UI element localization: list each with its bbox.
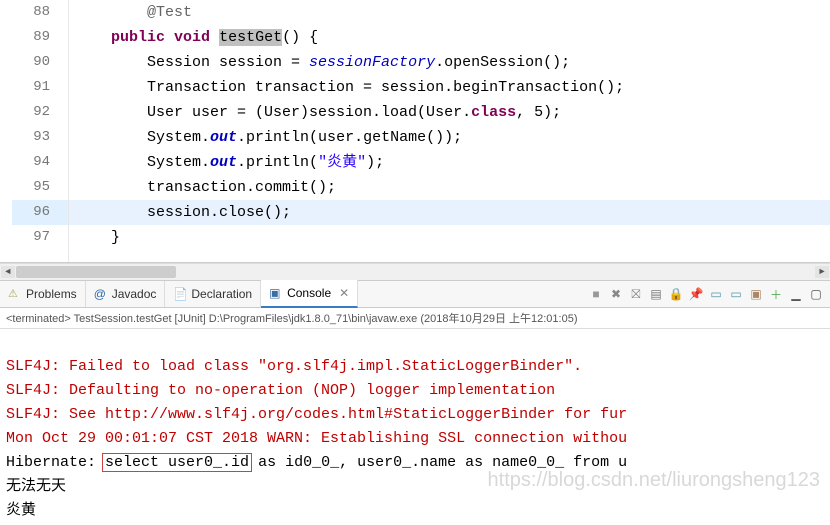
code-text: , 5); (516, 104, 561, 121)
views-tabbar: ⚠ Problems @ Javadoc 📄 Declaration ▣ Con… (0, 280, 830, 308)
close-icon[interactable]: ✕ (335, 286, 349, 300)
code-text: .println(user.getName()); (237, 129, 462, 146)
code-line[interactable]: System.out.println(user.getName()); (69, 125, 830, 150)
console-line: SLF4J: Failed to load class "org.slf4j.i… (6, 358, 582, 375)
line-number: 88 (12, 0, 68, 25)
code-area[interactable]: @Test public void testGet() { Session se… (69, 0, 830, 262)
selected-text: testGet (219, 29, 282, 46)
annotation: @Test (147, 4, 192, 21)
code-line[interactable]: Transaction transaction = session.beginT… (69, 75, 830, 100)
line-number: 90 (12, 50, 68, 75)
console-line: 无法无天 (6, 478, 66, 495)
scroll-lock-icon[interactable]: 🔒 (668, 286, 684, 302)
line-number: 93 (12, 125, 68, 150)
line-number: 91 (12, 75, 68, 100)
code-line[interactable]: transaction.commit(); (69, 175, 830, 200)
remove-launch-icon[interactable]: ✖ (608, 286, 624, 302)
field-ref: sessionFactory (309, 54, 435, 71)
console-line: SLF4J: See http://www.slf4j.org/codes.ht… (6, 406, 627, 423)
scrollbar-thumb[interactable] (16, 266, 176, 278)
line-number: 97 (12, 225, 68, 250)
console-line: Mon Oct 29 00:01:07 CST 2018 WARN: Estab… (6, 430, 627, 447)
console-toolbar: ■ ✖ ⛝ ▤ 🔒 📌 ▭ ▭ ▣ ＋ ▁ ▢ (588, 286, 830, 302)
gutter: 88 89 90 91 92 93 94 95 96 97 (12, 0, 69, 262)
highlighted-sql: select user0_.id (102, 453, 252, 472)
javadoc-icon: @ (94, 287, 108, 301)
line-number: 94 (12, 150, 68, 175)
field-ref: out (210, 154, 237, 171)
code-text: () { (282, 29, 318, 46)
problems-icon: ⚠ (8, 287, 22, 301)
tab-javadoc[interactable]: @ Javadoc (86, 281, 166, 307)
console-line: SLF4J: Defaulting to no-operation (NOP) … (6, 382, 555, 399)
code-line[interactable]: public void testGet() { (69, 25, 830, 50)
clear-console-icon[interactable]: ▤ (648, 286, 664, 302)
tab-declaration[interactable]: 📄 Declaration (165, 281, 261, 307)
tab-console[interactable]: ▣ Console ✕ (261, 280, 358, 308)
code-text: .openSession(); (435, 54, 570, 71)
console-line: Hibernate: select user0_.id as id0_0_, u… (6, 454, 627, 471)
console-text: Hibernate: (6, 454, 105, 471)
code-text: System. (147, 154, 210, 171)
declaration-icon: 📄 (173, 287, 187, 301)
line-number: 92 (12, 100, 68, 125)
code-text: Session session = (147, 54, 309, 71)
code-text: transaction.commit(); (147, 179, 336, 196)
tab-problems[interactable]: ⚠ Problems (0, 281, 86, 307)
line-number: 89 (12, 25, 68, 50)
tab-label: Declaration (191, 287, 252, 301)
field-ref: out (210, 129, 237, 146)
tab-label: Problems (26, 287, 77, 301)
code-text: System. (147, 129, 210, 146)
minimize-icon[interactable]: ▁ (788, 286, 804, 302)
tab-label: Javadoc (112, 287, 157, 301)
terminate-icon[interactable]: ■ (588, 286, 604, 302)
console-process-label: <terminated> TestSession.testGet [JUnit]… (0, 308, 830, 329)
scroll-left-arrow-icon[interactable]: ◄ (1, 266, 15, 278)
code-line[interactable]: Session session = sessionFactory.openSes… (69, 50, 830, 75)
horizontal-scrollbar[interactable]: ◄ ► (0, 263, 830, 280)
code-line[interactable]: System.out.println("炎黄"); (69, 150, 830, 175)
code-text: session.close(); (147, 204, 291, 221)
code-line[interactable]: } (69, 225, 830, 250)
line-number: 96 (12, 200, 68, 225)
console-text: as id0_0_, user0_.name as name0_0_ from … (249, 454, 627, 471)
console-output[interactable]: SLF4J: Failed to load class "org.slf4j.i… (0, 329, 830, 525)
folding-column (0, 0, 12, 262)
keyword: public (111, 29, 165, 46)
show-console-icon[interactable]: ▭ (728, 286, 744, 302)
display-selected-icon[interactable]: ▭ (708, 286, 724, 302)
remove-all-icon[interactable]: ⛝ (628, 286, 644, 302)
console-icon: ▣ (269, 286, 283, 300)
code-text: ); (366, 154, 384, 171)
scroll-right-arrow-icon[interactable]: ► (815, 266, 829, 278)
console-line: 炎黄 (6, 502, 36, 519)
code-text: } (111, 229, 120, 246)
maximize-icon[interactable]: ▢ (808, 286, 824, 302)
keyword: class (471, 104, 516, 121)
open-console-icon[interactable]: ▣ (748, 286, 764, 302)
new-console-icon[interactable]: ＋ (768, 286, 784, 302)
code-editor: 88 89 90 91 92 93 94 95 96 97 @Test publ… (0, 0, 830, 263)
code-text: .println( (237, 154, 318, 171)
code-line[interactable]: session.close(); (69, 200, 830, 225)
tab-label: Console (287, 286, 331, 300)
code-line[interactable]: @Test (69, 0, 830, 25)
line-number: 95 (12, 175, 68, 200)
keyword: void (174, 29, 210, 46)
code-line[interactable]: User user = (User)session.load(User.clas… (69, 100, 830, 125)
code-text: Transaction transaction = session.beginT… (147, 79, 624, 96)
string-literal: "炎黄" (318, 154, 366, 171)
code-text: User user = (User)session.load(User. (147, 104, 471, 121)
pin-console-icon[interactable]: 📌 (688, 286, 704, 302)
